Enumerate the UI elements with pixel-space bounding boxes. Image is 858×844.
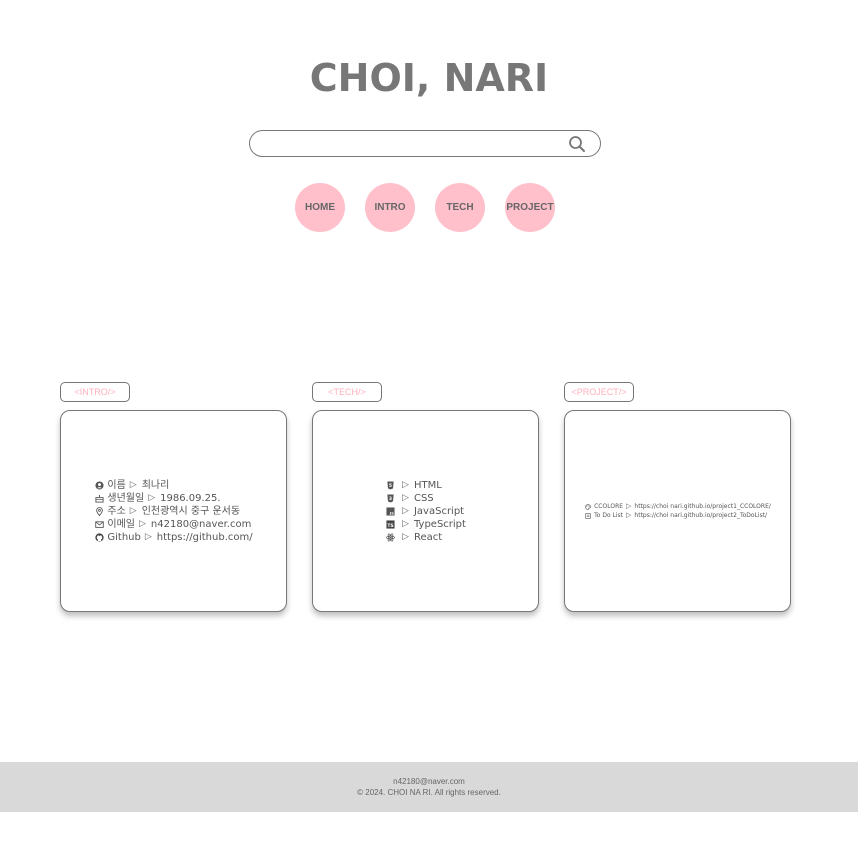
list-item: 이메일 ▷ n42180@naver.com bbox=[94, 518, 252, 531]
list-item: CCOLORE ▷ https://choi nari.github.io/proj… bbox=[584, 502, 771, 511]
svg-text:5: 5 bbox=[389, 483, 392, 489]
tech-tag: <TECH/> bbox=[312, 382, 382, 402]
search-input[interactable] bbox=[262, 135, 562, 153]
typescript-icon: TS bbox=[385, 519, 396, 530]
svg-text:TS: TS bbox=[387, 522, 393, 528]
intro-list: 이름 ▷ 최나리 생년월일 ▷ 1986.09.25. 주소 ▷ 인천광역시 중구 운서동 … bbox=[94, 479, 253, 544]
cake-icon bbox=[94, 493, 105, 504]
list-item: 3 ▷ CSS bbox=[385, 492, 466, 505]
tech-list: 5 ▷ HTML 3 ▷ CSS JS ▷ JavaScript TS ▷ TypeSc… bbox=[385, 479, 466, 544]
list-item: Github ▷ https://github.com/ bbox=[94, 531, 253, 544]
project-list: CCOLORE ▷ https://choi nari.github.io/proj… bbox=[584, 502, 771, 520]
list-item: 주소 ▷ 인천광역시 중구 운서동 bbox=[94, 505, 252, 518]
project-tag: <PROJECT/> bbox=[564, 382, 634, 402]
nav-intro-button[interactable]: INTRO bbox=[365, 183, 415, 232]
main-nav: HOME INTRO TECH PROJECT bbox=[295, 183, 555, 232]
nav-tech-button[interactable]: TECH bbox=[435, 183, 485, 232]
list-item: JS ▷ JavaScript bbox=[385, 505, 466, 518]
location-pin-icon bbox=[94, 506, 105, 517]
nav-project-button[interactable]: PROJECT bbox=[505, 183, 555, 232]
tech-card: 5 ▷ HTML 3 ▷ CSS JS ▷ JavaScript TS ▷ TypeSc… bbox=[312, 410, 539, 612]
palette-icon bbox=[584, 503, 592, 511]
list-item: TS ▷ TypeScript bbox=[385, 518, 466, 531]
html5-icon: 5 bbox=[385, 480, 396, 491]
search-icon[interactable] bbox=[568, 135, 586, 153]
github-icon bbox=[94, 532, 105, 543]
project-link[interactable]: https://choi nari.github.io/project1_CCO… bbox=[634, 502, 770, 511]
list-item: 이름 ▷ 최나리 bbox=[94, 479, 252, 492]
project-link[interactable]: https://choi nari.github.io/project2_ToD… bbox=[634, 511, 767, 520]
list-item: 5 ▷ HTML bbox=[385, 479, 466, 492]
search-bar bbox=[249, 130, 601, 157]
user-icon bbox=[94, 480, 105, 491]
react-icon bbox=[385, 532, 396, 543]
footer: n42180@naver.com © 2024. CHOI NA RI. All… bbox=[0, 762, 858, 812]
list-item: To Do List ▷ https://choi nari.github.io/p… bbox=[584, 511, 771, 520]
list-item: ▷ React bbox=[385, 531, 466, 544]
css3-icon: 3 bbox=[385, 493, 396, 504]
intro-tag: <INTRO/> bbox=[60, 382, 130, 402]
project-card: CCOLORE ▷ https://choi nari.github.io/proj… bbox=[564, 410, 791, 612]
footer-copyright: © 2024. CHOI NA RI. All rights reserved. bbox=[357, 788, 501, 797]
javascript-icon: JS bbox=[385, 506, 396, 517]
checklist-icon bbox=[584, 512, 592, 520]
nav-home-button[interactable]: HOME bbox=[295, 183, 345, 232]
page-title: CHOI, NARI bbox=[309, 56, 549, 100]
footer-email: n42180@naver.com bbox=[393, 777, 465, 786]
mail-icon bbox=[94, 519, 105, 530]
svg-text:3: 3 bbox=[389, 496, 392, 502]
svg-text:JS: JS bbox=[389, 511, 394, 515]
intro-card: 이름 ▷ 최나리 생년월일 ▷ 1986.09.25. 주소 ▷ 인천광역시 중구 운서동 … bbox=[60, 410, 287, 612]
list-item: 생년월일 ▷ 1986.09.25. bbox=[94, 492, 252, 505]
